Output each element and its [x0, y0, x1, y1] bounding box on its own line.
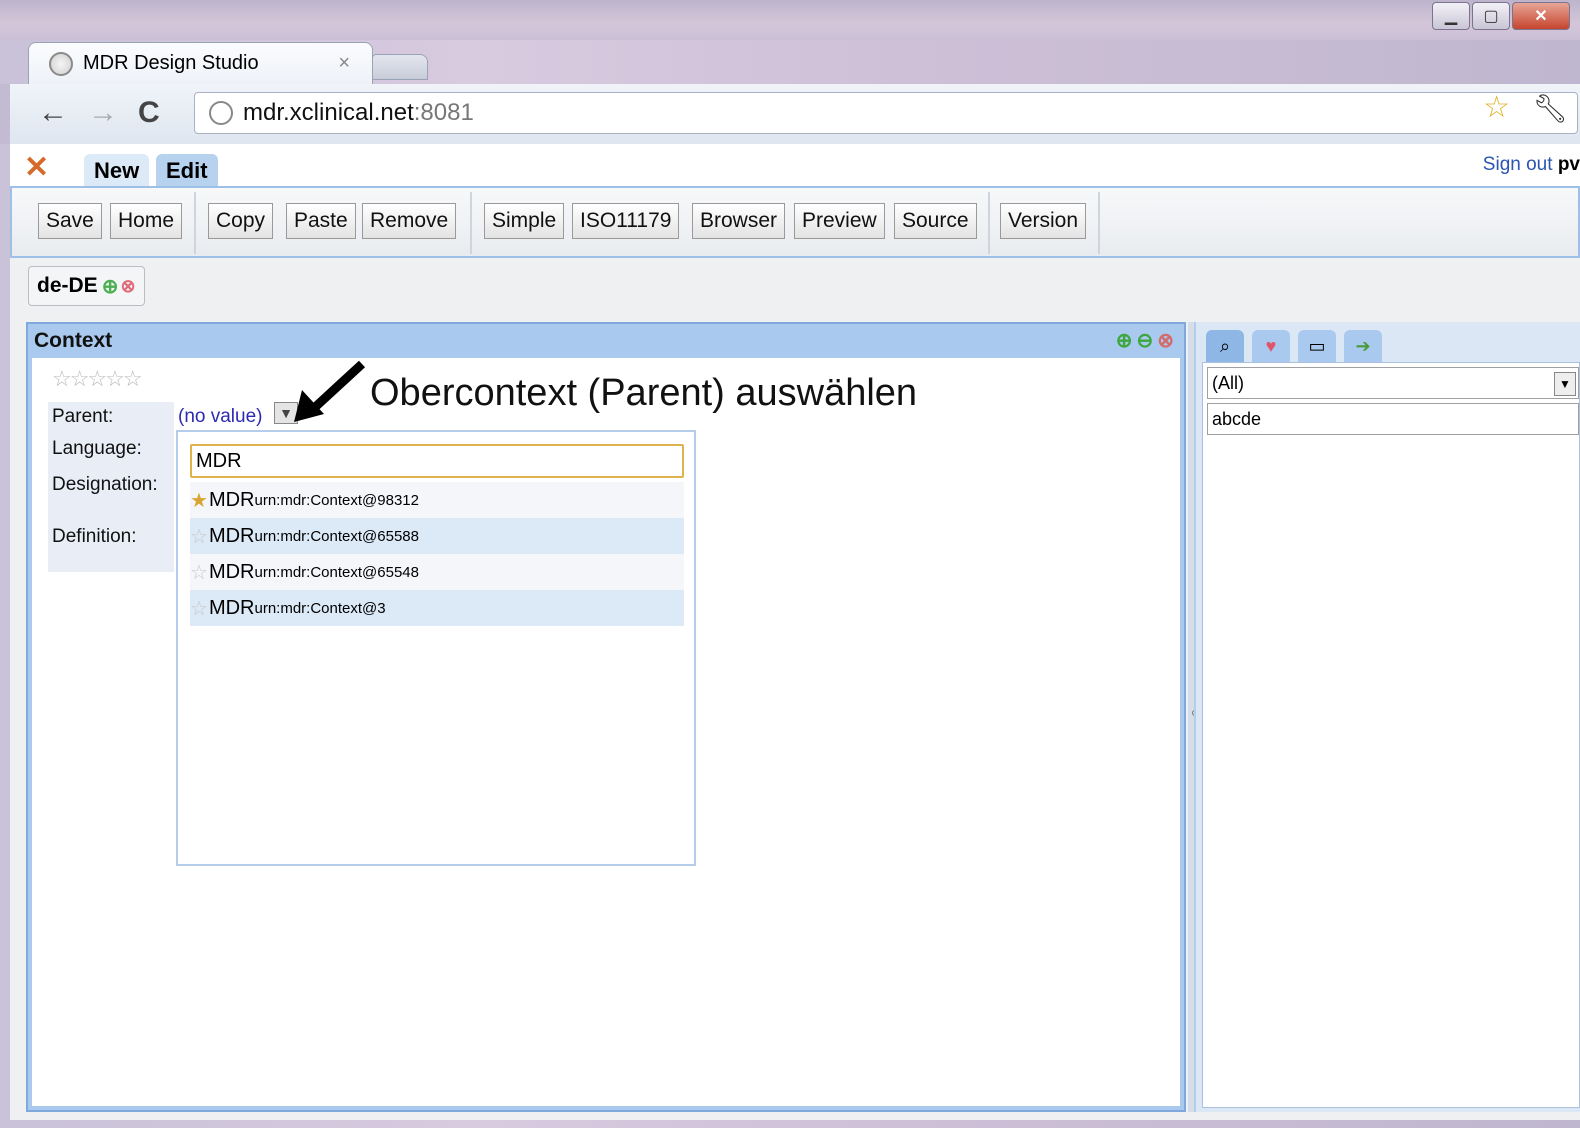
app-logo-icon: ✕: [24, 151, 50, 184]
tab-title: MDR Design Studio: [83, 52, 259, 74]
item-name: MDR: [208, 524, 255, 547]
sign-out-link[interactable]: Sign out: [1483, 154, 1553, 175]
search-input[interactable]: abcde: [1207, 403, 1579, 435]
language-label: Language:: [52, 438, 142, 459]
star-empty-icon[interactable]: ☆: [190, 560, 208, 585]
parent-value[interactable]: (no value): [178, 406, 263, 428]
heart-icon[interactable]: ♥: [1252, 330, 1290, 362]
toolbar-separator: [1098, 192, 1100, 254]
dropdown-item[interactable]: ★ MDR urn:mdr:Context@98312: [190, 482, 684, 518]
toolbar: Save Home Copy Paste Remove Simple ISO11…: [10, 186, 1580, 258]
version-button[interactable]: Version: [1000, 203, 1087, 239]
chevron-down-icon[interactable]: ▼: [1554, 372, 1576, 396]
right-panel: ⌕ ♥ ▭ ➔ (All) ▼ abcde: [1194, 322, 1580, 1112]
right-panel-tabs: ⌕ ♥ ▭ ➔: [1206, 330, 1382, 362]
window-title-bar: ▁ ▢ ✕: [0, 0, 1580, 40]
remove-language-icon[interactable]: ⊗: [120, 276, 135, 297]
add-icon[interactable]: ⊕: [1116, 328, 1133, 353]
panel-actions: ⊕ ⊖ ⊗: [1116, 328, 1174, 353]
user-name: pv: [1557, 154, 1580, 175]
item-name: MDR: [208, 596, 255, 619]
designation-label: Designation:: [52, 474, 158, 495]
star-filled-icon[interactable]: ★: [190, 488, 208, 513]
parent-dropdown: MDR ★ MDR urn:mdr:Context@98312 ☆ MDR urn:…: [176, 430, 696, 866]
minimize-icon[interactable]: ▁: [1432, 2, 1470, 30]
context-panel-header: Context ⊕ ⊖ ⊗: [28, 324, 1184, 358]
close-panel-icon[interactable]: ⊗: [1157, 328, 1174, 353]
window-controls: ▁ ▢ ✕: [1430, 2, 1570, 30]
star-empty-icon[interactable]: ☆: [190, 596, 208, 621]
item-urn: urn:mdr:Context@65588: [254, 527, 419, 545]
definition-label: Definition:: [52, 526, 137, 547]
bookmark-star-icon[interactable]: ☆: [1483, 90, 1510, 125]
remove-button[interactable]: Remove: [362, 203, 457, 239]
book-icon[interactable]: ▭: [1298, 330, 1336, 362]
preview-button[interactable]: Preview: [794, 203, 885, 239]
dropdown-item[interactable]: ☆ MDR urn:mdr:Context@3: [190, 590, 684, 626]
item-name: MDR: [208, 488, 255, 511]
simple-button[interactable]: Simple: [484, 203, 565, 239]
iso11179-button[interactable]: ISO11179: [572, 203, 680, 239]
dropdown-item[interactable]: ☆ MDR urn:mdr:Context@65588: [190, 518, 684, 554]
sign-out-area: Sign out pv: [1483, 154, 1580, 176]
browser-nav-bar: ← → C mdr.xclinical.net:8081 ☆ 🔧︎: [0, 84, 1580, 144]
app-area: ✕ New Edit Sign out pv Save Home Copy Pa…: [10, 144, 1580, 1120]
reload-icon[interactable]: C: [138, 94, 160, 132]
language-row: de-DE ⊕ ⊗: [10, 258, 1580, 312]
tab-edit[interactable]: Edit: [156, 154, 218, 188]
tab-close-icon[interactable]: ×: [338, 52, 350, 75]
item-urn: urn:mdr:Context@3: [254, 599, 386, 617]
language-tag-label: de-DE: [37, 274, 98, 297]
collapse-icon[interactable]: ⊖: [1136, 328, 1153, 353]
app-header: ✕ New Edit Sign out pv: [10, 144, 1580, 188]
annotation-text: Obercontext (Parent) auswählen: [370, 372, 918, 414]
item-urn: urn:mdr:Context@98312: [254, 491, 419, 509]
tab-new[interactable]: New: [84, 154, 150, 188]
url-port: :8081: [413, 99, 474, 126]
paste-button[interactable]: Paste: [286, 203, 356, 239]
parent-label: Parent:: [52, 406, 114, 427]
toolbar-separator: [988, 192, 990, 254]
wrench-icon[interactable]: 🔧︎: [1532, 92, 1568, 125]
url-host: mdr.xclinical.net: [243, 99, 414, 126]
export-icon[interactable]: ➔: [1344, 330, 1382, 362]
context-panel-body: ☆☆☆☆☆ Parent: Language: Designation: Def…: [32, 358, 1180, 1106]
rating-stars[interactable]: ☆☆☆☆☆: [52, 366, 143, 392]
add-language-icon[interactable]: ⊕: [102, 274, 119, 299]
maximize-icon[interactable]: ▢: [1472, 2, 1510, 30]
language-tag[interactable]: de-DE ⊕ ⊗: [28, 266, 145, 306]
save-button[interactable]: Save: [38, 203, 102, 239]
close-icon[interactable]: ✕: [1512, 2, 1570, 30]
globe-icon: [209, 101, 233, 125]
new-tab-button[interactable]: [372, 54, 428, 80]
browser-tab[interactable]: MDR Design Studio ×: [28, 42, 373, 84]
annotation-arrow: [294, 360, 366, 422]
source-button[interactable]: Source: [894, 203, 977, 239]
item-name: MDR: [208, 560, 255, 583]
item-urn: urn:mdr:Context@65548: [254, 563, 419, 581]
forward-arrow-icon[interactable]: →: [88, 94, 118, 132]
address-bar[interactable]: mdr.xclinical.net:8081: [194, 92, 1578, 134]
context-panel: Context ⊕ ⊖ ⊗ ☆☆☆☆☆ Parent: Language: De…: [26, 322, 1186, 1112]
home-button[interactable]: Home: [110, 203, 183, 239]
star-empty-icon[interactable]: ☆: [190, 524, 208, 549]
right-panel-content: (All) ▼ abcde: [1202, 362, 1580, 1108]
toolbar-separator: [194, 192, 196, 254]
globe-icon: [49, 51, 73, 76]
browser-tab-strip: MDR Design Studio ×: [0, 40, 1580, 84]
toolbar-separator: [470, 192, 472, 254]
binoculars-icon[interactable]: ⌕: [1206, 330, 1244, 362]
parent-search-input[interactable]: MDR: [190, 444, 684, 478]
copy-button[interactable]: Copy: [208, 203, 274, 239]
back-arrow-icon[interactable]: ←: [38, 94, 68, 132]
context-panel-title: Context: [34, 329, 113, 352]
dropdown-item[interactable]: ☆ MDR urn:mdr:Context@65548: [190, 554, 684, 590]
browser-button[interactable]: Browser: [692, 203, 786, 239]
filter-select[interactable]: (All) ▼: [1207, 367, 1579, 399]
filter-select-value: (All): [1212, 372, 1244, 393]
